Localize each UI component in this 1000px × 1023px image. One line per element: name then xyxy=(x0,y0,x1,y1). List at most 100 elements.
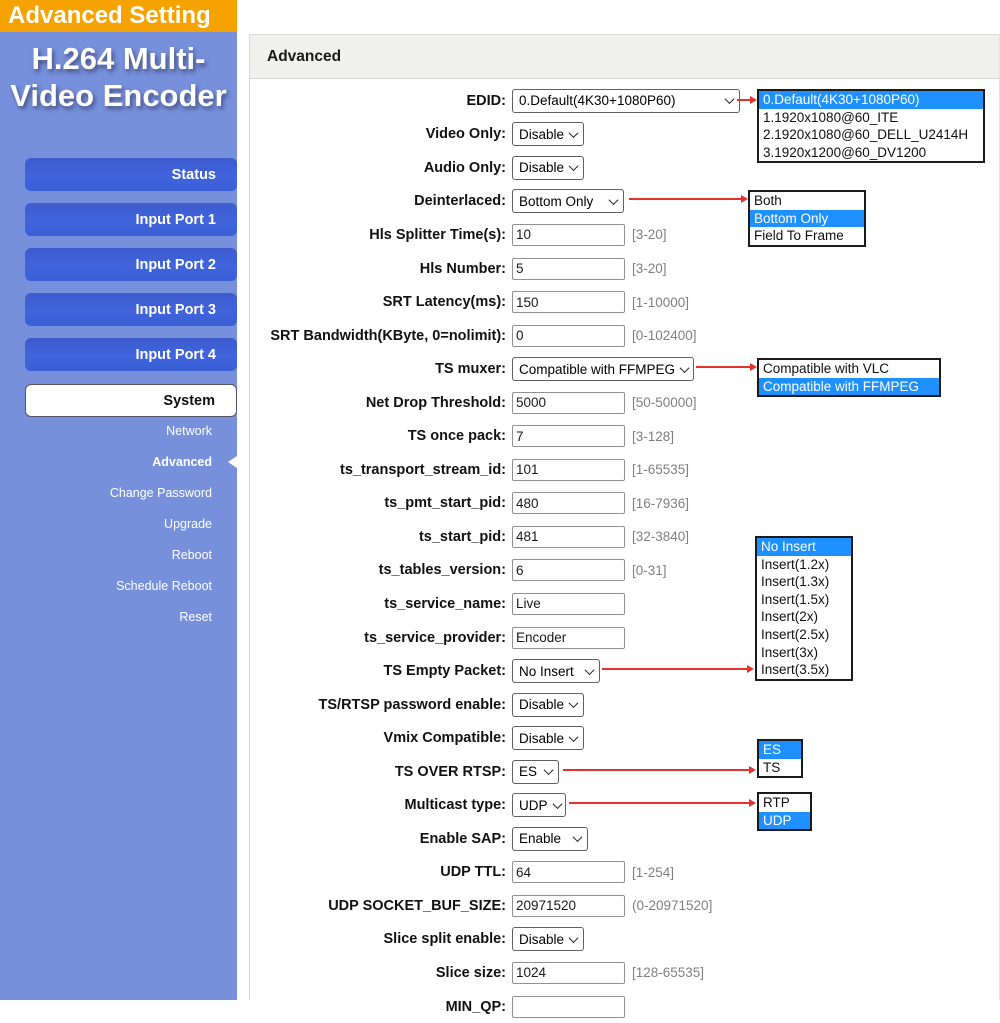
udp-socket-buf-size-input[interactable] xyxy=(512,895,625,917)
edid-options-item-2-1920x1080-60-dell-u2414h[interactable]: 2.1920x1080@60_DELL_U2414H xyxy=(759,126,983,144)
multicast-type-options-item-rtp[interactable]: RTP xyxy=(759,794,810,812)
ts-service-name-input[interactable] xyxy=(512,593,625,615)
chevron-down-icon xyxy=(569,161,579,171)
ts-once-pack-input[interactable] xyxy=(512,425,625,447)
red-pointer-arrow-icon xyxy=(569,802,749,804)
slice-split-enable-label: Slice split enable: xyxy=(250,931,506,947)
sidebar-item-reset[interactable]: Reset xyxy=(0,601,237,632)
sidebar: H.264 Multi- Video Encoder StatusInput P… xyxy=(0,32,237,1000)
ts-over-rtsp-label: TS OVER RTSP: xyxy=(250,764,506,780)
ts-pmt-start-pid-input[interactable] xyxy=(512,492,625,514)
edid-options-item-3-1920x1200-60-dv1200[interactable]: 3.1920x1200@60_DV1200 xyxy=(759,144,983,162)
form-row-udp-socket-buf-size: UDP SOCKET_BUF_SIZE: (0-20971520] xyxy=(250,889,999,923)
ts-pmt-start-pid-range-hint: [16-7936] xyxy=(632,496,689,511)
chevron-down-icon xyxy=(680,363,690,373)
slice-split-enable-select[interactable]: Disable xyxy=(512,927,584,951)
enable-sap-select[interactable]: Enable xyxy=(512,827,588,851)
net-drop-threshold-range-hint: [50-50000] xyxy=(632,395,697,410)
hls-splitter-time-s-input[interactable] xyxy=(512,224,625,246)
udp-ttl-input[interactable] xyxy=(512,861,625,883)
min-qp-label: MIN_QP: xyxy=(250,999,506,1015)
deinterlaced-select[interactable]: Bottom Only xyxy=(512,189,624,213)
ts-empty-packet-select[interactable]: No Insert xyxy=(512,659,600,683)
sidebar-item-change-password[interactable]: Change Password xyxy=(0,477,237,508)
ts-service-name-label: ts_service_name: xyxy=(250,596,506,612)
ts-start-pid-input[interactable] xyxy=(512,526,625,548)
ts-empty-packet-options-item-insert-1-2x[interactable]: Insert(1.2x) xyxy=(757,556,851,574)
vmix-compatible-label: Vmix Compatible: xyxy=(250,730,506,746)
sidebar-item-reboot[interactable]: Reboot xyxy=(0,539,237,570)
slice-size-input[interactable] xyxy=(512,962,625,984)
edid-options-item-1-1920x1080-60-ite[interactable]: 1.1920x1080@60_ITE xyxy=(759,109,983,127)
red-pointer-arrow-icon xyxy=(737,99,750,101)
ts-empty-packet-options-item-insert-2x[interactable]: Insert(2x) xyxy=(757,608,851,626)
ts-empty-packet-options-item-insert-1-5x[interactable]: Insert(1.5x) xyxy=(757,591,851,609)
ts-service-provider-input[interactable] xyxy=(512,627,625,649)
ts-over-rtsp-select[interactable]: ES xyxy=(512,760,559,784)
chevron-down-icon xyxy=(569,698,579,708)
multicast-type-options-item-udp[interactable]: UDP xyxy=(759,812,810,830)
sidebar-item-network[interactable]: Network xyxy=(0,415,237,446)
audio-only-select[interactable]: Disable xyxy=(512,156,584,180)
udp-socket-buf-size-range-hint: (0-20971520] xyxy=(632,898,712,913)
ts-over-rtsp-options-item-es[interactable]: ES xyxy=(759,741,801,759)
ts-once-pack-label: TS once pack: xyxy=(250,428,506,444)
device-title-line2: Video Encoder xyxy=(0,77,237,114)
net-drop-threshold-input[interactable] xyxy=(512,392,625,414)
ts-empty-packet-options-item-insert-2-5x[interactable]: Insert(2.5x) xyxy=(757,626,851,644)
sidebar-item-upgrade[interactable]: Upgrade xyxy=(0,508,237,539)
video-only-select[interactable]: Disable xyxy=(512,122,584,146)
min-qp-input[interactable] xyxy=(512,996,625,1018)
deinterlaced-options-item-bottom-only[interactable]: Bottom Only xyxy=(750,210,864,228)
ts-over-rtsp-options-item-ts[interactable]: TS xyxy=(759,759,801,777)
ts-transport-stream-id-input[interactable] xyxy=(512,459,625,481)
srt-latency-ms-input[interactable] xyxy=(512,291,625,313)
form-row-ts-transport-stream-id: ts_transport_stream_id:[1-65535] xyxy=(250,453,999,487)
sidebar-item-status[interactable]: Status xyxy=(25,158,237,191)
srt-bandwidth-kbyte-0-nolimit-input[interactable] xyxy=(512,325,625,347)
form-row-enable-sap: Enable SAP:Enable xyxy=(250,822,999,856)
chevron-down-icon xyxy=(552,799,562,809)
ts-tables-version-range-hint: [0-31] xyxy=(632,563,667,578)
ts-muxer-options-item-compatible-with-vlc[interactable]: Compatible with VLC xyxy=(759,360,939,378)
vmix-compatible-select[interactable]: Disable xyxy=(512,726,584,750)
advanced-panel: Advanced EDID:0.Default(4K30+1080P60)Vid… xyxy=(249,34,1000,1000)
form-row-ts-pmt-start-pid: ts_pmt_start_pid:[16-7936] xyxy=(250,487,999,521)
ts-muxer-select[interactable]: Compatible with FFMPEG xyxy=(512,357,694,381)
sidebar-item-input-port-4[interactable]: Input Port 4 xyxy=(25,338,237,371)
deinterlaced-options-item-field-to-frame[interactable]: Field To Frame xyxy=(750,227,864,245)
deinterlaced-options-item-both[interactable]: Both xyxy=(750,192,864,210)
sidebar-item-input-port-1[interactable]: Input Port 1 xyxy=(25,203,237,236)
ts-over-rtsp-select-value: ES xyxy=(519,764,537,779)
ts-empty-packet-label: TS Empty Packet: xyxy=(250,663,506,679)
red-pointer-arrow-icon xyxy=(629,198,741,200)
sidebar-item-system[interactable]: System xyxy=(25,384,237,417)
udp-ttl-label: UDP TTL: xyxy=(250,864,506,880)
ts-once-pack-range-hint: [3-128] xyxy=(632,429,674,444)
form-row-ts-service-provider: ts_service_provider: xyxy=(250,621,999,655)
ts-empty-packet-options-item-insert-3-5x[interactable]: Insert(3.5x) xyxy=(757,661,851,679)
ts-tables-version-input[interactable] xyxy=(512,559,625,581)
deinterlaced-select-value: Bottom Only xyxy=(519,194,593,209)
ts-muxer-options: Compatible with VLCCompatible with FFMPE… xyxy=(757,358,941,397)
sidebar-item-advanced[interactable]: Advanced xyxy=(0,446,237,477)
sidebar-item-schedule-reboot[interactable]: Schedule Reboot xyxy=(0,570,237,601)
ts-muxer-options-item-compatible-with-ffmpeg[interactable]: Compatible with FFMPEG xyxy=(759,378,939,396)
ts-rtsp-password-enable-select[interactable]: Disable xyxy=(512,693,584,717)
form-row-udp-ttl: UDP TTL:[1-254] xyxy=(250,856,999,890)
ts-empty-packet-options-item-insert-3x[interactable]: Insert(3x) xyxy=(757,644,851,662)
sidebar-item-input-port-2[interactable]: Input Port 2 xyxy=(25,248,237,281)
hls-number-input[interactable] xyxy=(512,258,625,280)
ts-empty-packet-options-item-no-insert[interactable]: No Insert xyxy=(757,538,851,556)
video-only-select-value: Disable xyxy=(519,127,564,142)
chevron-down-icon xyxy=(725,94,735,104)
sidebar-buttons: Status Input Port 1 Input Port 2 Input Port… xyxy=(0,158,237,429)
udp-socket-buf-size-label: UDP SOCKET_BUF_SIZE: xyxy=(250,898,506,914)
slice-split-enable-select-value: Disable xyxy=(519,932,564,947)
ts-empty-packet-options-item-insert-1-3x[interactable]: Insert(1.3x) xyxy=(757,573,851,591)
sidebar-item-input-port-3[interactable]: Input Port 3 xyxy=(25,293,237,326)
active-item-arrow-icon xyxy=(228,456,237,468)
multicast-type-select[interactable]: UDP xyxy=(512,793,566,817)
edid-select[interactable]: 0.Default(4K30+1080P60) xyxy=(512,89,740,113)
edid-options-item-0-default-4k30-1080p60[interactable]: 0.Default(4K30+1080P60) xyxy=(759,91,983,109)
